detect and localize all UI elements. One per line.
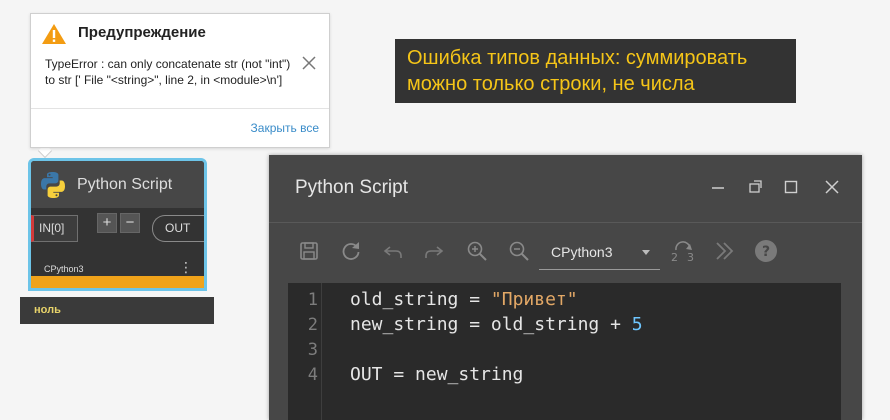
- add-input-button[interactable]: +: [97, 213, 117, 233]
- zoom-out-icon[interactable]: [507, 239, 531, 263]
- help-icon[interactable]: ?: [754, 239, 778, 263]
- node-preview: ноль: [20, 297, 214, 324]
- close-icon[interactable]: [301, 55, 317, 71]
- node-title: Python Script: [77, 176, 173, 193]
- warning-message: TypeError : can only concatenate str (no…: [45, 57, 291, 87]
- line-number: 1: [307, 290, 318, 310]
- chevron-down-icon: [642, 250, 650, 255]
- input-port[interactable]: IN[0]: [31, 215, 78, 242]
- line-number: 4: [307, 365, 318, 385]
- undo-icon[interactable]: [381, 239, 405, 263]
- close-all-link[interactable]: Закрыть все: [251, 121, 319, 135]
- code-editor[interactable]: 1 2 3 4 old_string = "Привет" new_string…: [288, 283, 841, 420]
- editor-title-separator: [269, 222, 862, 223]
- svg-text:2: 2: [671, 251, 678, 263]
- maximize-icon[interactable]: [783, 179, 799, 195]
- engine-dropdown[interactable]: CPython3: [539, 240, 660, 270]
- node-warning-bar: [31, 276, 204, 288]
- warning-popup: Предупреждение TypeError : can only conc…: [30, 13, 330, 148]
- warning-title: Предупреждение: [78, 24, 206, 41]
- node-menu-icon[interactable]: ⋮: [179, 260, 193, 274]
- code-line: new_string = old_string + 5: [350, 314, 643, 335]
- python-script-node[interactable]: Python Script IN[0] + − OUT CPython3 ⋮: [28, 158, 207, 291]
- engine-dropdown-value: CPython3: [551, 244, 613, 260]
- minimize-icon[interactable]: [710, 179, 726, 195]
- string-literal: "Привет": [490, 289, 578, 310]
- line-number: 3: [307, 340, 318, 360]
- error-annotation: Ошибка типов данных: суммировать можно т…: [395, 39, 796, 103]
- output-port[interactable]: OUT: [152, 215, 204, 242]
- remove-input-button[interactable]: −: [120, 213, 140, 233]
- node-engine-label: CPython3: [44, 264, 84, 274]
- line-number: 2: [307, 315, 318, 335]
- python-editor-window: Python Script CPython3 2 3 ? 1 2 3 4 old…: [269, 155, 862, 420]
- svg-text:?: ?: [762, 244, 770, 260]
- redo-icon[interactable]: [422, 239, 446, 263]
- zoom-in-icon[interactable]: [465, 239, 489, 263]
- python-logo-icon: [41, 172, 65, 198]
- warning-divider: [31, 108, 329, 109]
- more-icon[interactable]: [713, 239, 737, 263]
- warning-triangle-icon: [42, 24, 66, 44]
- number-literal: 5: [631, 314, 643, 335]
- editor-title: Python Script: [295, 177, 408, 198]
- revert-icon[interactable]: [339, 239, 363, 263]
- node-header[interactable]: Python Script: [31, 161, 204, 208]
- code-line: old_string = "Привет": [350, 289, 578, 310]
- save-icon[interactable]: [297, 239, 321, 263]
- code-line: OUT = new_string: [350, 364, 524, 385]
- convert-2to3-icon[interactable]: 2 3: [670, 239, 698, 263]
- svg-text:3: 3: [687, 251, 694, 263]
- undock-icon[interactable]: [747, 179, 763, 195]
- close-window-icon[interactable]: [824, 179, 840, 195]
